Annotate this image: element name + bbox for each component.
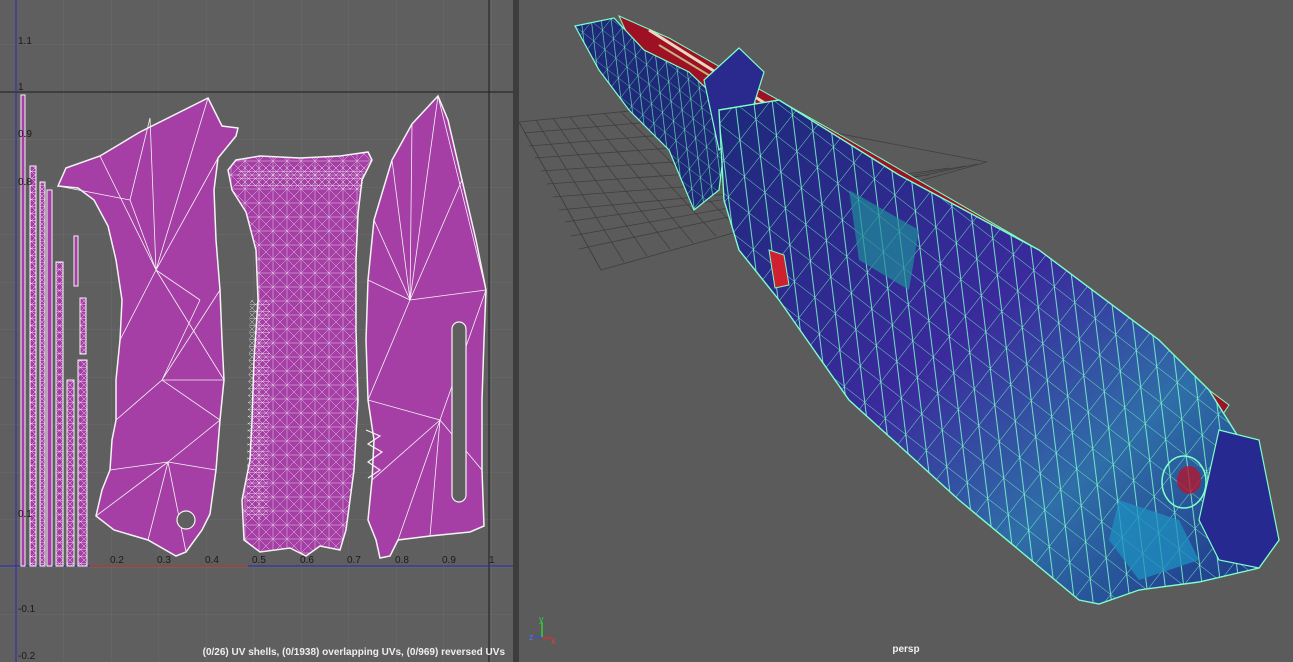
axis-y-label: y — [539, 614, 544, 624]
u-tick-0.9: 0.9 — [442, 555, 456, 566]
uv-editor-canvas[interactable]: 0.2 0.3 0.4 0.5 0.6 0.7 0.8 0.9 1 1.1 1 … — [0, 0, 513, 662]
v-tick-neg-0.2: -0.2 — [18, 651, 36, 662]
u-tick-0.8: 0.8 — [395, 555, 409, 566]
u-tick-0.4: 0.4 — [205, 555, 219, 566]
axis-z-label: z — [529, 632, 534, 642]
camera-name-label[interactable]: persp — [519, 644, 1293, 655]
uv-editor-panel[interactable]: 0.2 0.3 0.4 0.5 0.6 0.7 0.8 0.9 1 1.1 1 … — [0, 0, 513, 662]
viewport-canvas[interactable]: y z x — [519, 0, 1293, 662]
uv-status-readout: (0/26) UV shells, (0/1938) overlapping U… — [202, 647, 505, 658]
uv-shell-handle-center[interactable] — [227, 151, 373, 557]
u-tick-0.2: 0.2 — [110, 555, 124, 566]
v-tick-1.1: 1.1 — [18, 36, 32, 47]
perspective-viewport[interactable]: y z x persp — [519, 0, 1293, 662]
v-tick-neg-0.1: -0.1 — [18, 604, 36, 615]
knife-mesh[interactable] — [574, 15, 1280, 605]
v-tick-0.8: 0.8 — [18, 177, 32, 188]
u-tick-0.5: 0.5 — [252, 555, 266, 566]
u-tick-0.7: 0.7 — [347, 555, 361, 566]
view-axis-gizmo: y z x — [529, 614, 556, 646]
v-tick-1: 1 — [18, 82, 24, 93]
u-tick-0.6: 0.6 — [300, 555, 314, 566]
u-tick-0.3: 0.3 — [157, 555, 171, 566]
u-tick-1: 1 — [489, 555, 495, 566]
v-tick-0.9: 0.9 — [18, 129, 32, 140]
v-tick-0.1: 0.1 — [18, 509, 32, 520]
